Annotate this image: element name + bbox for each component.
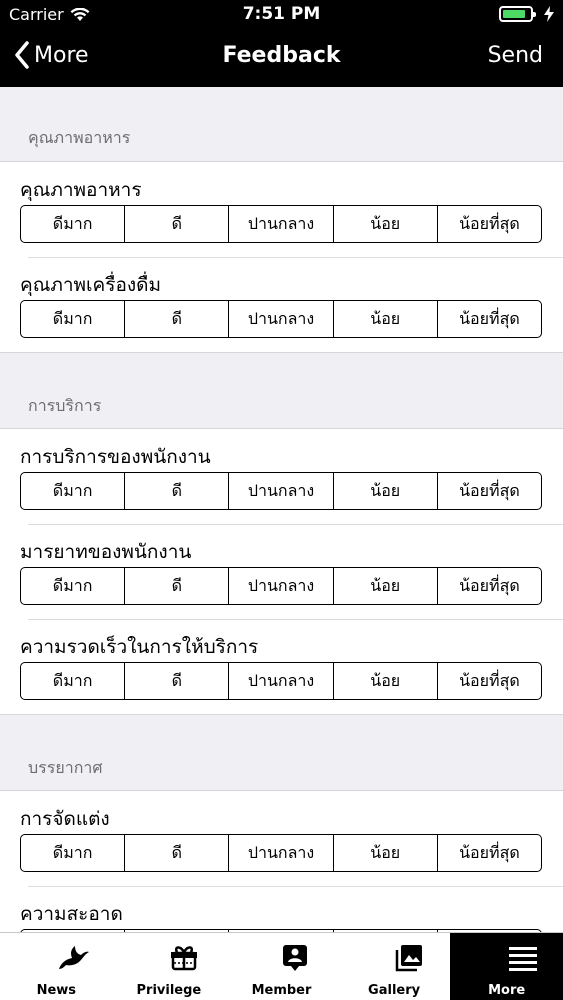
rating-option-button[interactable]: น้อยที่สุด	[438, 568, 541, 604]
rating-option-button[interactable]: ดีมาก	[21, 301, 126, 337]
rating-question-label: ความสะอาด	[20, 903, 123, 925]
rating-row: การจัดแต่งดีมาก ดี ปานกลาง น้อย น้อยที่สุด	[0, 791, 563, 886]
rating-option-button[interactable]: ปานกลาง	[229, 663, 334, 699]
tab-more[interactable]: More	[450, 933, 563, 1000]
rating-question-label: มารยาทของพนักงาน	[20, 541, 192, 563]
rating-option-button[interactable]: น้อย	[334, 835, 438, 871]
section-header: คุณภาพอาหาร	[0, 87, 563, 162]
rating-option-button[interactable]: ดีมาก	[21, 473, 126, 509]
charging-bolt-icon	[544, 6, 554, 22]
tab-gallery[interactable]: Gallery	[338, 933, 451, 1000]
feedback-form[interactable]: คุณภาพอาหาร คุณภาพอาหาร ดีมาก ดี ปานกลาง น้อย…	[0, 87, 563, 932]
chevron-left-icon	[15, 41, 29, 69]
rating-option-button[interactable]: ดีมาก	[21, 663, 126, 699]
rating-option-button[interactable]: ดี	[125, 568, 230, 604]
rating-row: ความสะอาดดีมากดีปานกลางน้อยน้อยที่สุด	[0, 886, 563, 932]
section-title: การบริการ	[28, 396, 102, 415]
rating-option-button[interactable]: น้อย	[334, 663, 438, 699]
rating-row: มารยาทของพนักงานดีมาก ดี ปานกลาง น้อย น้อยที…	[0, 524, 563, 619]
rating-question-label: คุณภาพอาหาร	[20, 179, 142, 201]
rating-segmented-control[interactable]: ดีมากดีปานกลางน้อยน้อยที่สุด	[20, 300, 542, 338]
section-header: การบริการ	[0, 353, 563, 429]
battery-fill	[503, 10, 526, 18]
status-time: 7:51 PM	[242, 4, 321, 24]
rating-option-button[interactable]: น้อยที่สุด	[438, 835, 541, 871]
rating-option-button[interactable]: ปานกลาง	[229, 568, 334, 604]
rating-segmented-control[interactable]: ดีมากดีปานกลางน้อยน้อยที่สุด	[20, 205, 542, 243]
rating-option-button[interactable]: ดี	[125, 206, 230, 242]
rating-option-button[interactable]: ดีมาก	[21, 206, 126, 242]
section-rows: การจัดแต่งดีมาก ดี ปานกลาง น้อย น้อยที่สุดคว…	[0, 791, 563, 932]
rating-option-button[interactable]: น้อยที่สุด	[438, 206, 541, 242]
tab-member[interactable]: Member	[225, 933, 338, 1000]
back-button-label: More	[34, 42, 89, 68]
section-header: บรรยากาศ	[0, 715, 563, 791]
rating-option-button[interactable]: น้อย	[334, 568, 438, 604]
rating-row: ความรวดเร็วในการให้บริการ ดีมาก ดี ปานกลางน…	[0, 619, 563, 714]
rating-option-button[interactable]: น้อย	[334, 301, 438, 337]
rating-question-label: ความรวดเร็วในการให้บริการ	[20, 636, 259, 658]
tab-label: Gallery	[368, 983, 421, 998]
rating-option-button[interactable]: ปานกลาง	[229, 835, 334, 871]
navigation-bar: More Feedback Send	[0, 30, 563, 87]
send-button[interactable]: Send	[488, 43, 543, 68]
tab-bar: News Privilege Member Gallery More	[0, 932, 563, 1000]
rating-option-button[interactable]: ดี	[125, 473, 230, 509]
rating-option-button[interactable]: น้อยที่สุด	[438, 663, 541, 699]
tab-label: More	[488, 983, 526, 998]
rating-row: คุณภาพอาหารดีมาก ดี ปานกลาง น้อย น้อยที่สุด	[0, 162, 563, 257]
section-title: บรรยากาศ	[28, 758, 103, 777]
battery-icon	[499, 6, 536, 22]
tab-label: News	[36, 983, 77, 998]
rating-option-button[interactable]: ดี	[125, 835, 230, 871]
rating-option-button[interactable]: ดีมาก	[21, 835, 126, 871]
rating-option-button[interactable]: ดีมาก	[21, 568, 126, 604]
section-rows: การบริการของพนักงาน ดีมาก ดี ปานกลาง น้อย น้อ…	[0, 429, 563, 715]
rating-option-button[interactable]: ดี	[125, 663, 230, 699]
rating-segmented-control[interactable]: ดีมากดีปานกลางน้อยน้อยที่สุด	[20, 662, 542, 700]
tab-privilege[interactable]: Privilege	[113, 933, 226, 1000]
rating-option-button[interactable]: ดี	[125, 301, 230, 337]
rating-segmented-control[interactable]: ดีมากดีปานกลางน้อยน้อยที่สุด	[20, 472, 542, 510]
rating-option-button[interactable]: น้อยที่สุด	[438, 473, 541, 509]
status-bar: Carrier 7:51 PM	[0, 0, 563, 30]
section-rows: คุณภาพอาหาร ดีมาก ดี ปานกลาง น้อย น้อยที่สุดค…	[0, 162, 563, 353]
rating-question-label: การจัดแต่ง	[20, 808, 110, 830]
rating-option-button[interactable]: น้อย	[334, 473, 438, 509]
tab-news[interactable]: News	[0, 933, 113, 1000]
back-button[interactable]: More	[14, 41, 89, 69]
rating-question-label: การบริการของพนักงาน	[20, 446, 211, 468]
rating-option-button[interactable]: ปานกลาง	[229, 301, 334, 337]
rating-question-label: คุณภาพเครื่องดื่ม	[20, 274, 162, 296]
section-title: คุณภาพอาหาร	[28, 128, 131, 147]
rating-option-button[interactable]: น้อย	[334, 206, 438, 242]
tab-label: Member	[251, 983, 312, 998]
tab-label: Privilege	[136, 983, 202, 998]
rating-option-button[interactable]: ปานกลาง	[229, 473, 334, 509]
rating-segmented-control[interactable]: ดีมากดีปานกลางน้อยน้อยที่สุด	[20, 834, 542, 872]
rating-row: คุณภาพเครื่องดื่มดีมาก ดี ปานกลาง น้อย น้อยท…	[0, 257, 563, 352]
rating-row: การบริการของพนักงานดีมาก ดี ปานกลาง น้อย น้อ…	[0, 429, 563, 524]
rating-option-button[interactable]: ปานกลาง	[229, 206, 334, 242]
rating-segmented-control[interactable]: ดีมากดีปานกลางน้อยน้อยที่สุด	[20, 567, 542, 605]
rating-option-button[interactable]: น้อยที่สุด	[438, 301, 541, 337]
battery-status	[499, 6, 555, 22]
